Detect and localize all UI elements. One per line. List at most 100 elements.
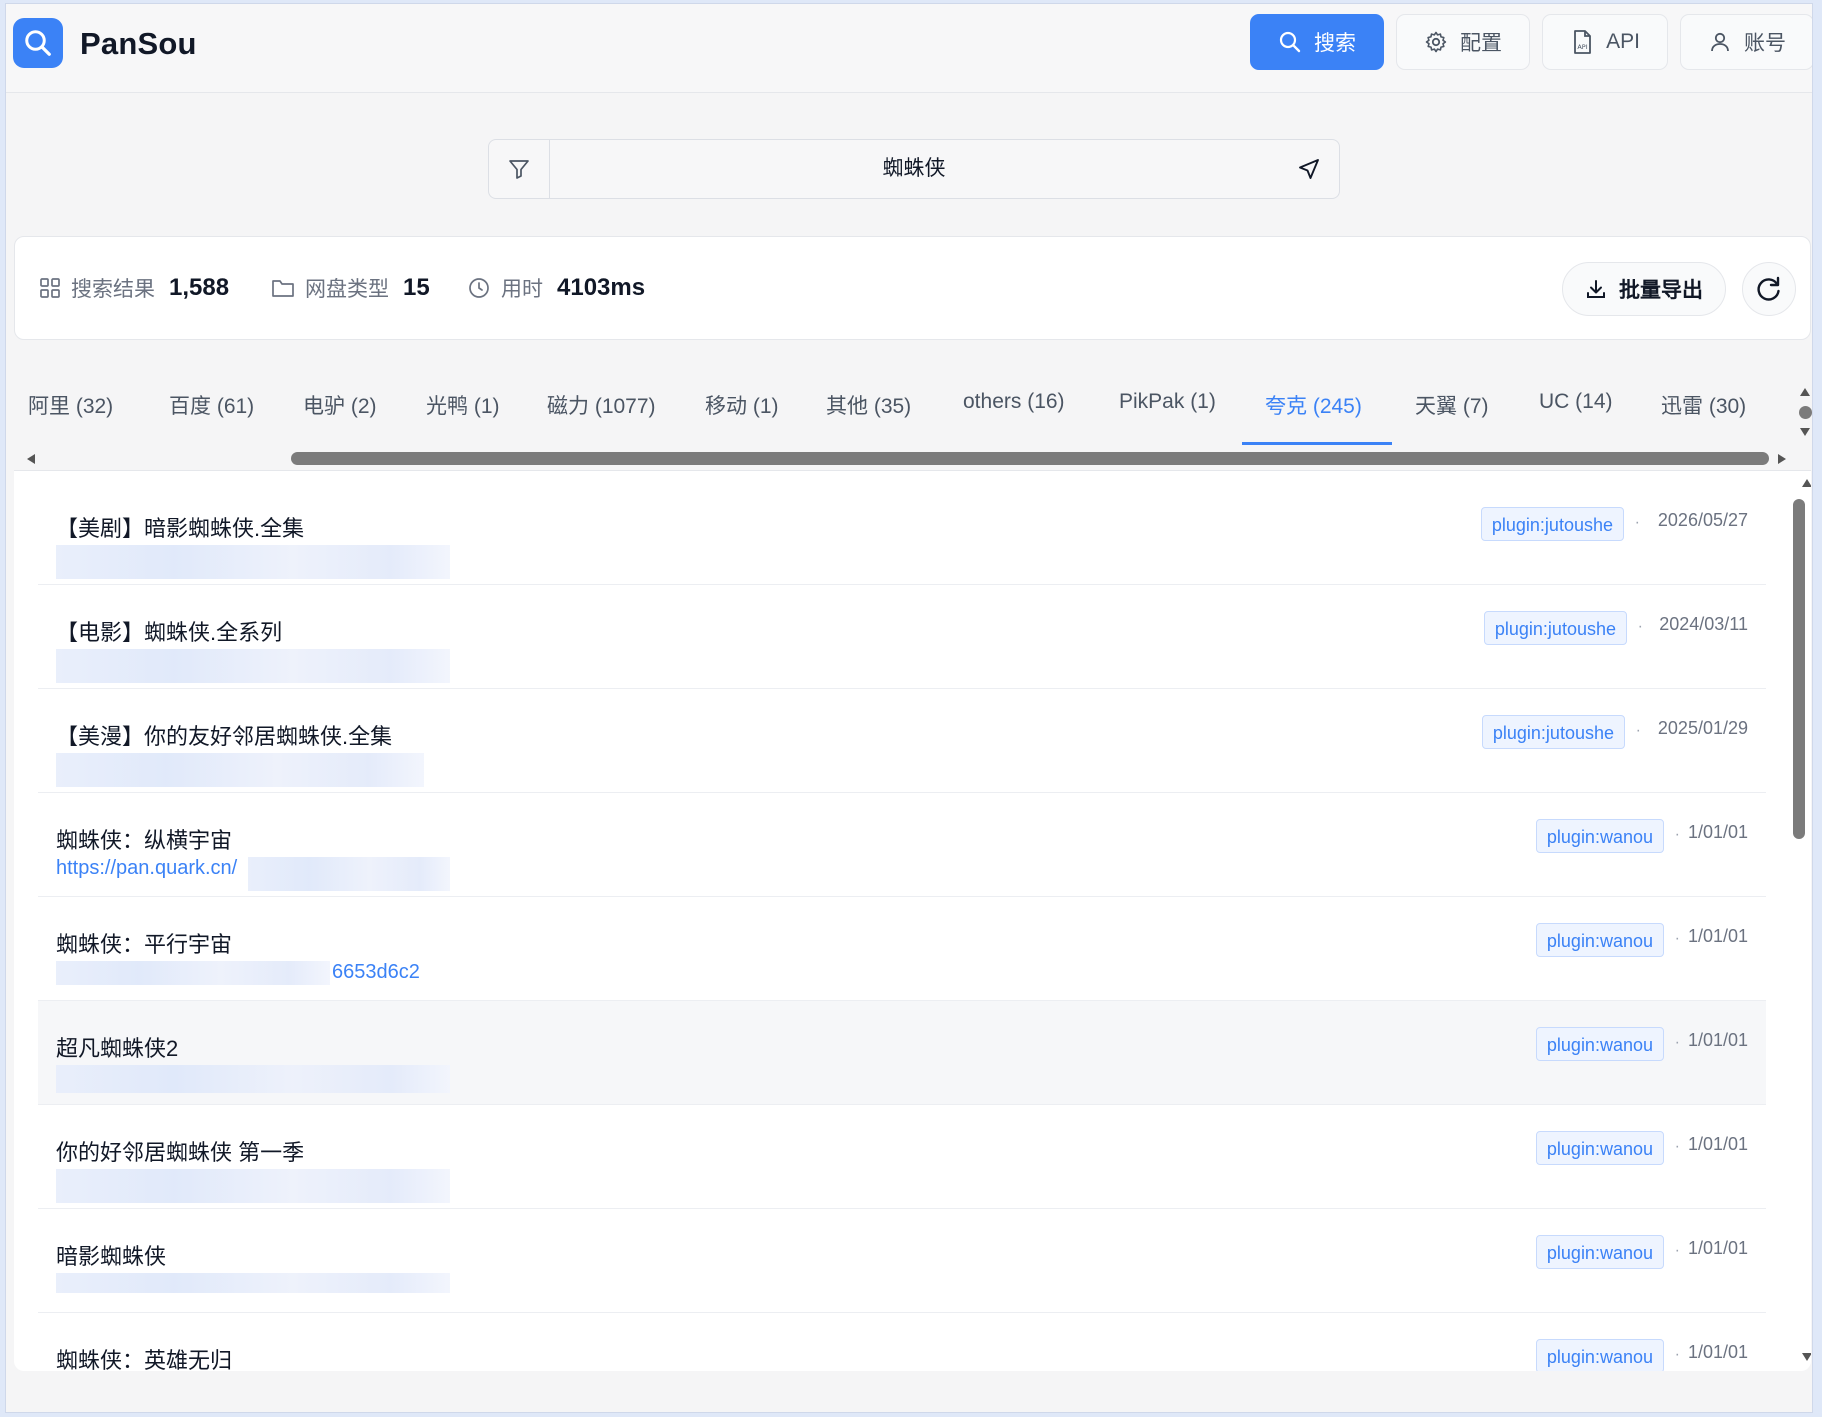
redacted-link (56, 1273, 450, 1293)
document-icon: API (1574, 30, 1591, 54)
app-window: PanSou 搜索 配置 API API 账号 蜘蛛侠 搜索结果 1,588 网… (5, 3, 1813, 1413)
list-item[interactable]: 暗影蜘蛛侠 plugin:wanou · 1/01/01 (38, 1209, 1766, 1313)
tab-baidu[interactable]: 百度 (61) (169, 390, 254, 420)
tabs-scroll-up-arrow[interactable] (1800, 388, 1810, 396)
tab-edonkey[interactable]: 电驴 (2) (303, 390, 377, 420)
list-item[interactable]: 【美剧】暗影蜘蛛侠.全集 plugin:jutoushe · 2026/05/2… (38, 481, 1766, 585)
scroll-right-arrow[interactable] (1778, 454, 1786, 464)
result-title[interactable]: 【美剧】暗影蜘蛛侠.全集 (56, 511, 304, 543)
result-date: 1/01/01 (1687, 1030, 1748, 1050)
stat-results-label: 搜索结果 (71, 278, 155, 301)
source-badge: plugin:wanou (1535, 1131, 1664, 1165)
result-date: 1/01/01 (1687, 1134, 1748, 1154)
result-title[interactable]: 蜘蛛侠：纵横宇宙 (56, 823, 232, 855)
logo[interactable] (13, 18, 63, 68)
result-link[interactable]: 6653d6c2 (332, 961, 420, 984)
nav-api-label: API (1606, 30, 1640, 53)
tabs-scroll-down-arrow[interactable] (1800, 428, 1810, 436)
source-badge: plugin:jutoushe (1480, 507, 1624, 541)
separator-dot: · (1634, 514, 1640, 531)
stats-panel: 搜索结果 1,588 网盘类型 15 用时 4103ms 批量导出 (14, 236, 1811, 340)
nav-account-label: 账号 (1744, 32, 1786, 55)
result-title[interactable]: 超凡蜘蛛侠2 (56, 1031, 178, 1063)
list-item[interactable]: 你的好邻居蜘蛛侠 第一季 plugin:wanou · 1/01/01 (38, 1105, 1766, 1209)
result-title[interactable]: 你的好邻居蜘蛛侠 第一季 (56, 1135, 304, 1167)
separator-dot: · (1674, 1034, 1680, 1051)
send-icon (1299, 159, 1319, 179)
nav-search-label: 搜索 (1314, 32, 1356, 55)
grid-icon (40, 278, 60, 298)
tab-xunlei[interactable]: 迅雷 (30) (1661, 390, 1746, 420)
tab-tianyi[interactable]: 天翼 (7) (1415, 390, 1489, 420)
send-button[interactable] (1289, 149, 1329, 189)
stat-results-value: 1,588 (169, 274, 230, 301)
result-date: 1/01/01 (1687, 822, 1748, 842)
vertical-scrollbar[interactable] (1793, 499, 1805, 839)
tab-others[interactable]: others (16) (963, 390, 1065, 414)
result-title[interactable]: 蜘蛛侠：英雄无归 (56, 1343, 232, 1371)
scroll-left-arrow[interactable] (27, 454, 35, 464)
result-title[interactable]: 蜘蛛侠：平行宇宙 (56, 927, 232, 959)
redacted-link (248, 857, 450, 891)
result-date: 1/01/01 (1687, 1342, 1748, 1362)
tabs-vertical-scrollbar[interactable] (1799, 406, 1812, 419)
tab-other[interactable]: 其他 (35) (826, 390, 911, 420)
results-list: 【美剧】暗影蜘蛛侠.全集 plugin:jutoushe · 2026/05/2… (14, 471, 1811, 1371)
separator-dot: · (1635, 722, 1641, 739)
stat-time-label: 用时 (501, 278, 543, 301)
source-badge: plugin:wanou (1535, 1027, 1664, 1061)
gear-icon (1425, 31, 1447, 53)
source-badge: plugin:wanou (1535, 819, 1664, 853)
horizontal-scrollbar[interactable] (291, 452, 1769, 465)
nav-settings-button[interactable]: 配置 (1396, 14, 1530, 70)
result-date: 2025/01/29 (1657, 718, 1748, 738)
result-link[interactable]: https://pan.quark.cn/ (56, 857, 237, 880)
search-bar: 蜘蛛侠 (488, 139, 1340, 199)
top-bar: PanSou 搜索 配置 API API 账号 (6, 4, 1812, 93)
stat-results: 搜索结果 1,588 (39, 237, 229, 339)
list-item[interactable]: 【电影】蜘蛛侠.全系列 plugin:jutoushe · 2024/03/11 (38, 585, 1766, 689)
list-item[interactable]: 超凡蜘蛛侠2 plugin:wanou · 1/01/01 (38, 1001, 1766, 1105)
search-input[interactable]: 蜘蛛侠 (549, 140, 1279, 198)
tab-aliyun[interactable]: 阿里 (32) (28, 390, 113, 420)
source-badge: plugin:wanou (1535, 923, 1664, 957)
result-date: 1/01/01 (1687, 1238, 1748, 1258)
folder-icon (272, 280, 294, 297)
tab-uc[interactable]: UC (14) (1539, 390, 1613, 414)
nav-account-button[interactable]: 账号 (1680, 14, 1812, 70)
result-title[interactable]: 【电影】蜘蛛侠.全系列 (56, 615, 282, 647)
list-scroll-down-arrow[interactable] (1802, 1353, 1811, 1361)
export-button[interactable]: 批量导出 (1562, 262, 1726, 316)
list-scroll-up-arrow[interactable] (1802, 479, 1811, 487)
result-title[interactable]: 暗影蜘蛛侠 (56, 1239, 166, 1271)
list-item[interactable]: 蜘蛛侠：纵横宇宙 https://pan.quark.cn/ plugin:wa… (38, 793, 1766, 897)
list-item[interactable]: 蜘蛛侠：平行宇宙 6653d6c2 plugin:wanou · 1/01/01 (38, 897, 1766, 1001)
download-icon (1587, 280, 1605, 298)
nav-search-button[interactable]: 搜索 (1250, 14, 1384, 70)
list-item[interactable]: 【美漫】你的友好邻居蜘蛛侠.全集 plugin:jutoushe · 2025/… (38, 689, 1766, 793)
redacted-link (56, 649, 450, 683)
tab-pikpak[interactable]: PikPak (1) (1119, 390, 1216, 414)
tab-guangya[interactable]: 光鸭 (1) (426, 390, 500, 420)
list-item[interactable]: 蜘蛛侠：英雄无归 plugin:wanou · 1/01/01 (38, 1313, 1766, 1371)
separator-dot: · (1674, 1138, 1680, 1155)
stat-time-value: 4103ms (557, 274, 646, 301)
filter-button[interactable] (489, 140, 550, 198)
tab-quark[interactable]: 夸克 (245) (1265, 390, 1362, 420)
redacted-link (56, 961, 330, 985)
stat-types-value: 15 (403, 274, 430, 301)
nav-api-button[interactable]: API API (1542, 14, 1668, 70)
svg-text:API: API (1577, 43, 1587, 51)
nav-settings-label: 配置 (1460, 32, 1502, 55)
separator-dot: · (1674, 826, 1680, 843)
source-badge: plugin:jutoushe (1481, 715, 1625, 749)
refresh-button[interactable] (1742, 262, 1796, 316)
tab-mobile[interactable]: 移动 (1) (705, 390, 779, 420)
redacted-link (56, 753, 424, 787)
result-title[interactable]: 【美漫】你的友好邻居蜘蛛侠.全集 (56, 719, 392, 751)
tab-magnet[interactable]: 磁力 (1077) (547, 390, 656, 420)
result-date: 2024/03/11 (1659, 614, 1748, 634)
active-tab-indicator (1242, 442, 1392, 445)
result-date: 1/01/01 (1687, 926, 1748, 946)
result-date: 2026/05/27 (1657, 510, 1748, 530)
